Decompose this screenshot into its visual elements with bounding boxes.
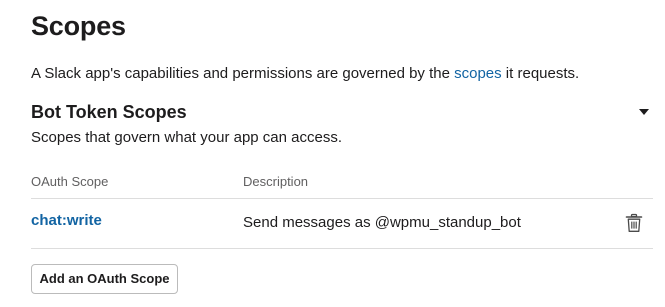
column-header-scope: OAuth Scope bbox=[31, 174, 109, 189]
scope-description: Send messages as @wpmu_standup_bot bbox=[243, 214, 521, 231]
row-divider bbox=[31, 248, 653, 249]
column-header-description: Description bbox=[243, 174, 309, 189]
scopes-page: Scopes A Slack app's capabilities and pe… bbox=[0, 0, 665, 307]
section-title: Bot Token Scopes bbox=[31, 102, 187, 122]
add-oauth-scope-button[interactable]: Add an OAuth Scope bbox=[31, 264, 178, 294]
scopes-link[interactable]: scopes bbox=[454, 65, 502, 82]
caret-down-icon[interactable] bbox=[639, 109, 649, 115]
section-description: Scopes that govern what your app can acc… bbox=[31, 129, 343, 146]
intro-suffix: it requests. bbox=[501, 65, 580, 82]
trash-icon[interactable] bbox=[625, 213, 643, 233]
scope-name-link[interactable]: chat:write bbox=[31, 212, 102, 229]
intro-text: A Slack app's capabilities and permissio… bbox=[31, 64, 579, 84]
page-title: Scopes bbox=[31, 11, 126, 41]
intro-prefix: A Slack app's capabilities and permissio… bbox=[31, 65, 455, 82]
header-divider bbox=[31, 198, 653, 199]
